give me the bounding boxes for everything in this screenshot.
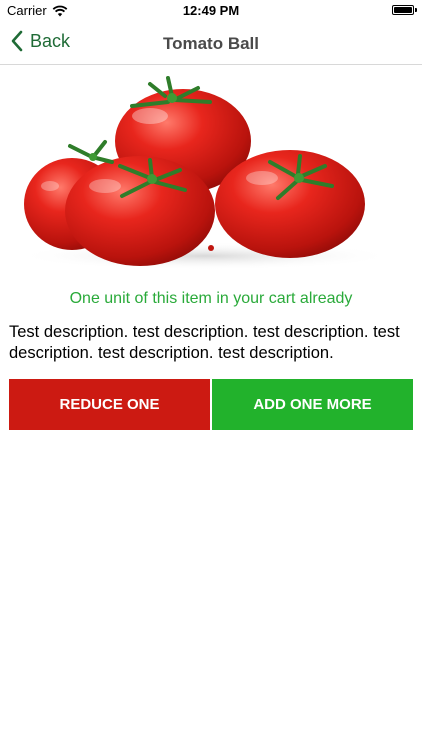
status-time: 12:49 PM bbox=[182, 3, 240, 18]
quantity-actions: REDUCE ONE ADD ONE MORE bbox=[9, 379, 413, 430]
product-description: Test description. test description. test… bbox=[9, 323, 400, 362]
battery-icon bbox=[392, 5, 414, 15]
add-one-more-button[interactable]: ADD ONE MORE bbox=[212, 379, 413, 430]
page-title: Tomato Ball bbox=[162, 34, 260, 53]
navigation-bar: Back Tomato Ball bbox=[0, 22, 422, 65]
cart-status-message: One unit of this item in your cart alrea… bbox=[69, 290, 353, 307]
battery-tip bbox=[415, 8, 417, 12]
status-bar: Carrier 12:49 PM bbox=[0, 0, 422, 22]
product-image bbox=[0, 66, 422, 272]
reduce-one-button[interactable]: REDUCE ONE bbox=[9, 379, 210, 430]
